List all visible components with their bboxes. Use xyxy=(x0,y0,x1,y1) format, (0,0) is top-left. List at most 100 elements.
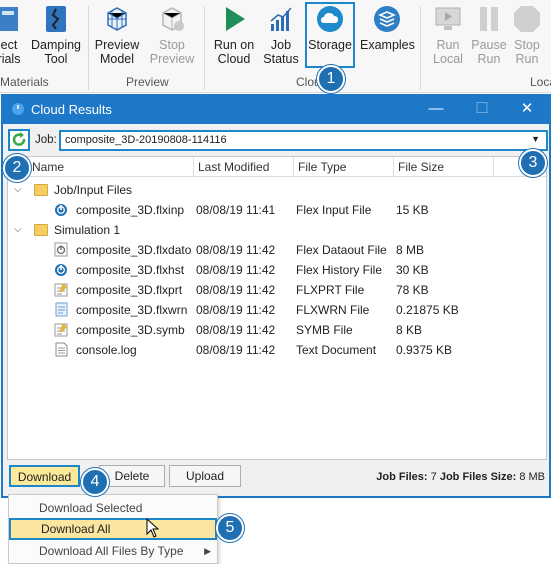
run-local-button[interactable]: Run Local xyxy=(424,4,472,74)
refresh-icon xyxy=(12,132,26,146)
column-header-file-type[interactable]: File Type xyxy=(294,157,394,177)
job-bar: Job: composite_3D-20190808-114116 ▼ xyxy=(3,124,549,156)
ribbon-label: Run on xyxy=(213,38,255,52)
examples-icon xyxy=(374,6,400,32)
column-header-file-size[interactable]: File Size xyxy=(394,157,494,177)
file-type: Flex Dataout File xyxy=(296,243,387,257)
ribbon-label: Tool xyxy=(44,52,68,66)
file-type: Flex Input File xyxy=(296,203,372,217)
column-header-row: Name Last Modified File Type File Size xyxy=(8,157,546,177)
upload-button[interactable]: Upload xyxy=(169,465,241,487)
material-icon xyxy=(0,7,18,31)
chevron-right-icon: ▶ xyxy=(204,546,211,556)
group-label-materials: Materials xyxy=(0,75,49,89)
callout-3: 3 xyxy=(519,149,547,177)
ribbon-label: Model xyxy=(99,52,135,66)
file-name: console.log xyxy=(76,343,137,357)
run-local-icon xyxy=(435,7,461,30)
play-icon xyxy=(226,7,245,31)
ribbon-label: Stop xyxy=(159,38,185,52)
file-size: 8 MB xyxy=(396,243,425,257)
file-type: FLXWRN File xyxy=(296,303,370,317)
column-header-name[interactable]: Name xyxy=(8,157,194,177)
file-modified: 08/08/19 11:42 xyxy=(196,263,276,277)
callout-5: 5 xyxy=(216,514,244,542)
column-header-last-modified[interactable]: Last Modified xyxy=(194,157,294,177)
folder-name: Job/Input Files xyxy=(54,183,133,197)
file-modified: 08/08/19 11:42 xyxy=(196,283,276,297)
group-label-local: Loca xyxy=(530,75,551,89)
tree-row-folder[interactable]: ⌵ Job/Input Files xyxy=(8,180,546,200)
table-row[interactable]: composite_3D.flxdato 08/08/19 11:42 Flex… xyxy=(8,240,546,260)
folder-icon xyxy=(34,180,48,202)
table-row[interactable]: composite_3D.flxprt 08/08/19 11:42 FLXPR… xyxy=(8,280,546,300)
download-button[interactable]: Download xyxy=(9,465,80,487)
job-status-button[interactable]: Job Status xyxy=(260,4,302,74)
ribbon-label: Run xyxy=(515,52,539,66)
ribbon-materials-button[interactable]: ect rials xyxy=(0,4,24,74)
callout-1: 1 xyxy=(317,65,345,93)
job-select-value: composite_3D-20190808-114116 xyxy=(65,134,227,146)
stop-preview-icon xyxy=(162,7,184,31)
minimize-button[interactable]: — xyxy=(423,99,449,119)
close-button[interactable]: ✕ xyxy=(514,99,540,119)
stop-run-button[interactable]: Stop Run xyxy=(508,4,546,74)
file-modified: 08/08/19 11:42 xyxy=(196,343,276,357)
table-row[interactable]: console.log 08/08/19 11:42 Text Document… xyxy=(8,340,546,360)
job-files-value: 7 xyxy=(430,471,437,483)
bar-chart-icon xyxy=(270,7,292,31)
job-select[interactable]: composite_3D-20190808-114116 ▼ xyxy=(59,130,548,151)
file-modified: 08/08/19 11:42 xyxy=(196,323,276,337)
table-row[interactable]: composite_3D.symb 08/08/19 11:42 SYMB Fi… xyxy=(8,320,546,340)
file-size: 15 KB xyxy=(396,203,429,217)
run-on-cloud-button[interactable]: Run on Cloud xyxy=(210,4,258,74)
ribbon-label: Run xyxy=(436,38,460,52)
examples-button[interactable]: Examples xyxy=(360,4,415,74)
window-client: Job: composite_3D-20190808-114116 ▼ Name… xyxy=(3,124,549,496)
table-row[interactable]: composite_3D.flxwrn 08/08/19 11:42 FLXWR… xyxy=(8,300,546,320)
job-files-size-value: 8 MB xyxy=(519,471,545,483)
ribbon-label: Job xyxy=(270,38,292,52)
menu-item-download-selected[interactable]: Download Selected xyxy=(9,497,217,519)
ribbon-label: Preview xyxy=(94,38,140,52)
file-name: composite_3D.flxdato xyxy=(76,243,192,257)
pause-icon xyxy=(480,7,498,31)
window-title: Cloud Results xyxy=(31,102,112,117)
file-tree: Name Last Modified File Type File Size ⌵… xyxy=(7,156,547,460)
file-modified: 08/08/19 11:42 xyxy=(196,243,276,257)
app-power-icon xyxy=(12,103,24,115)
job-label: Job: xyxy=(35,134,57,146)
group-separator xyxy=(88,6,89,90)
file-size: 8 KB xyxy=(396,323,423,337)
maximize-button[interactable]: ☐ xyxy=(469,99,495,119)
file-type: Flex History File xyxy=(296,263,383,277)
chevron-down-icon[interactable]: ⌵ xyxy=(14,180,22,200)
damping-tool-button[interactable]: Damping Tool xyxy=(28,4,84,74)
mouse-cursor-icon xyxy=(146,518,160,538)
table-row[interactable]: composite_3D.flxhst 08/08/19 11:42 Flex … xyxy=(8,260,546,280)
tree-row-folder[interactable]: ⌵ Simulation 1 xyxy=(8,220,546,240)
file-name: composite_3D.flxprt xyxy=(76,283,183,297)
ribbon-label: Local xyxy=(433,52,463,66)
file-type: SYMB File xyxy=(296,323,353,337)
ribbon-label: Damping xyxy=(30,38,82,52)
group-label-preview: Preview xyxy=(126,75,169,89)
folder-icon xyxy=(34,220,48,242)
ribbon-label: rials xyxy=(0,52,21,66)
preview-model-button[interactable]: Preview Model xyxy=(92,4,142,74)
chevron-down-icon[interactable]: ⌵ xyxy=(14,220,22,240)
pause-run-button[interactable]: Pause Run xyxy=(470,4,508,74)
table-row[interactable]: composite_3D.flxinp 08/08/19 11:41 Flex … xyxy=(8,200,546,220)
preview-cube-icon xyxy=(107,7,127,31)
file-size: 78 KB xyxy=(396,283,429,297)
menu-item-download-by-type[interactable]: Download All Files By Type ▶ xyxy=(9,540,217,562)
ribbon-label: Stop xyxy=(514,38,540,52)
storage-highlight xyxy=(305,2,355,68)
stop-icon xyxy=(514,6,540,32)
refresh-button[interactable] xyxy=(8,129,30,151)
status-summary: Job Files: 7 Job Files Size: 8 MB xyxy=(376,471,545,483)
folder-name: Simulation 1 xyxy=(54,223,121,237)
menu-item-download-all[interactable]: Download All xyxy=(9,518,217,540)
job-files-label: Job Files: xyxy=(376,471,428,483)
stop-preview-button[interactable]: Stop Preview xyxy=(146,4,198,74)
